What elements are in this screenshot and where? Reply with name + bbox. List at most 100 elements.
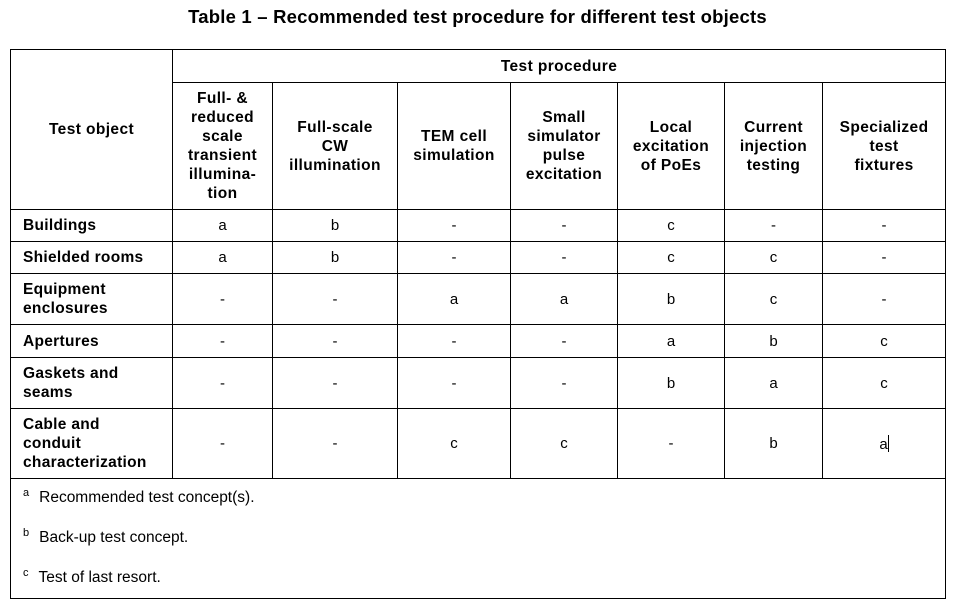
rating-cell[interactable]: - xyxy=(821,241,947,274)
rating-cell[interactable]: - xyxy=(510,324,618,358)
rating-cell[interactable]: a xyxy=(617,324,725,358)
table-row: Gaskets and seams - - - - b a c xyxy=(10,357,947,409)
rating-cell[interactable]: - xyxy=(272,273,398,325)
rating-value: c xyxy=(560,435,568,452)
column-header-line: Full-scale xyxy=(297,118,373,136)
rating-value: b xyxy=(330,217,340,234)
rating-value: - xyxy=(332,332,338,350)
rating-value: b xyxy=(666,290,676,308)
table-row: Apertures - - - - a b c xyxy=(10,324,947,358)
rating-cell[interactable]: a xyxy=(510,273,618,325)
rating-cell[interactable]: - xyxy=(821,273,947,325)
footnote-text: Test of last resort. xyxy=(38,569,161,586)
rating-cell[interactable]: b xyxy=(272,241,398,274)
rating-cell[interactable]: b xyxy=(724,408,823,479)
rating-value: c xyxy=(769,290,778,308)
test-object-line: conduit xyxy=(23,435,82,452)
rating-cell[interactable]: - xyxy=(724,209,823,242)
rating-value: b xyxy=(666,374,676,392)
rating-cell[interactable]: c xyxy=(510,408,618,479)
rating-value: c xyxy=(769,249,778,266)
table-row: Buildings a b - - c - - xyxy=(10,209,947,242)
column-header-line: excitation xyxy=(632,137,710,155)
rating-cell[interactable]: - xyxy=(510,241,618,274)
rating-cell[interactable]: - xyxy=(272,324,398,358)
rating-value: b xyxy=(769,435,778,452)
rating-cell[interactable]: - xyxy=(617,408,725,479)
rating-cell[interactable]: a xyxy=(397,273,511,325)
test-object-line: Gaskets and xyxy=(23,365,119,382)
rating-cell[interactable]: c xyxy=(617,241,725,274)
column-header-line: testing xyxy=(746,156,801,174)
rating-cell[interactable]: a xyxy=(172,209,273,242)
test-object-line: Cable and xyxy=(23,416,100,433)
column-header-line: Full- & xyxy=(196,90,248,107)
column-header-line: illumination xyxy=(289,156,381,174)
rating-cell[interactable]: b xyxy=(272,209,398,242)
rating-cell[interactable]: - xyxy=(397,324,511,358)
rating-cell[interactable]: - xyxy=(172,357,273,409)
table-body: Buildings a b - - c - - Shielded rooms a b - - c c - Equ… xyxy=(10,209,947,479)
rating-cell[interactable]: c xyxy=(617,209,725,242)
table-title: Table 1 – Recommended test procedure for… xyxy=(188,6,767,27)
rating-cell[interactable]: b xyxy=(617,357,725,409)
rating-value: a xyxy=(218,249,227,266)
column-header-line: of PoEs xyxy=(640,156,702,174)
rating-cell[interactable]: - xyxy=(397,241,511,274)
rating-cell[interactable]: c xyxy=(397,408,511,479)
column-header-line: pulse xyxy=(542,147,586,164)
column-header-tem-cell-simulation: TEM cell simulation xyxy=(397,82,511,210)
rating-cell[interactable]: - xyxy=(397,209,511,242)
rating-cell[interactable]: c xyxy=(724,273,823,325)
rating-cell[interactable]: - xyxy=(510,357,618,409)
column-header-current-injection: Current injection testing xyxy=(724,82,823,210)
column-header-line: illumina- xyxy=(188,166,257,183)
test-object-line: enclosures xyxy=(23,300,108,317)
group-header-test-procedure: Test procedure xyxy=(171,49,947,83)
rating-cell[interactable]: b xyxy=(724,324,823,358)
test-object-cell: Apertures xyxy=(10,324,173,358)
rating-cell[interactable]: - xyxy=(172,324,273,358)
column-header-line: simulator xyxy=(527,128,601,145)
footnote-a: a Recommended test concept(s). xyxy=(21,478,945,518)
rating-cell[interactable]: - xyxy=(821,209,947,242)
footnote-mark: c xyxy=(23,567,29,579)
rating-value: - xyxy=(332,290,338,308)
rating-cell[interactable]: a xyxy=(724,357,823,409)
table-row: Shielded rooms a b - - c c - xyxy=(10,241,947,274)
column-header-cw-illumination: Full-scale CW illumination xyxy=(272,82,398,210)
footnote-b: b Back-up test concept. xyxy=(21,518,945,558)
rating-value: c xyxy=(667,217,675,234)
rating-value: a xyxy=(218,217,227,234)
column-header-line: simulation xyxy=(413,147,495,164)
rating-cell[interactable]: c xyxy=(821,324,947,358)
column-header-line: CW xyxy=(321,137,349,155)
rating-cell[interactable]: a xyxy=(172,241,273,274)
rating-cell[interactable]: - xyxy=(397,357,511,409)
rating-value: a xyxy=(449,290,459,308)
rating-cell[interactable]: - xyxy=(272,357,398,409)
row-header-test-object: Test object xyxy=(10,49,173,210)
rating-value: c xyxy=(450,435,458,452)
test-object-cell: Buildings xyxy=(10,209,173,242)
test-procedure-table: Test object Test procedure Full- & reduce… xyxy=(9,49,947,599)
column-header-line: TEM cell xyxy=(420,128,488,145)
rating-cell[interactable]: c xyxy=(724,241,823,274)
rating-cell[interactable]: - xyxy=(510,209,618,242)
rating-cell[interactable]: c xyxy=(821,357,947,409)
column-header-line: injection xyxy=(739,137,808,155)
rating-value: - xyxy=(561,374,567,392)
rating-value: b xyxy=(769,332,778,350)
rating-cell[interactable]: b xyxy=(617,273,725,325)
rating-cell[interactable]: - xyxy=(172,273,273,325)
rating-cell[interactable]: - xyxy=(172,408,273,479)
test-object-line: Apertures xyxy=(23,332,99,350)
column-header-line: fixtures xyxy=(854,156,914,174)
rating-value: a xyxy=(666,332,676,350)
rating-value: - xyxy=(220,374,225,392)
rating-cell[interactable]: - xyxy=(272,408,398,479)
rating-value: - xyxy=(451,332,457,350)
rating-cell[interactable]: a xyxy=(821,408,947,479)
rating-value: a xyxy=(879,435,888,453)
column-header-line: Small xyxy=(542,109,586,126)
